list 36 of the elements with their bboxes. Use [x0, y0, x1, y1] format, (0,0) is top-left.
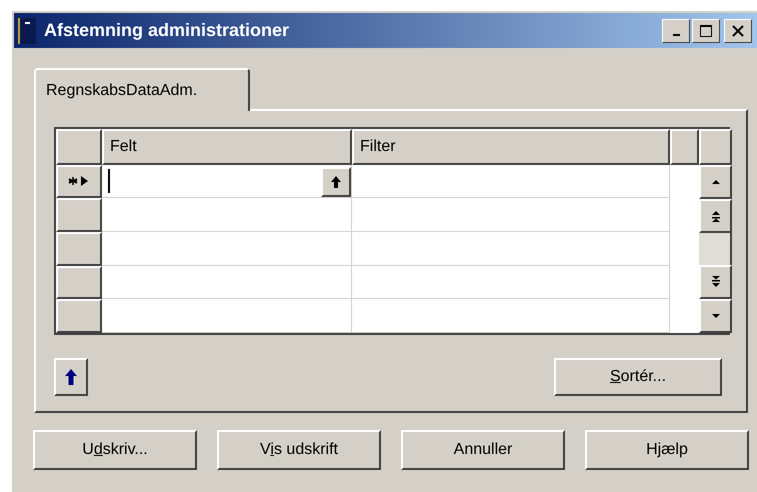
input-field[interactable] [102, 164, 352, 198]
double-up-icon [710, 209, 720, 223]
tab[interactable]: RegnskabsDataAdm. [34, 68, 250, 111]
dialog-button[interactable]: Annuller [401, 430, 565, 470]
minimize-button[interactable] [662, 18, 690, 42]
minimize-icon [672, 34, 680, 36]
scroll-track[interactable] [699, 233, 732, 265]
row-header[interactable] [56, 164, 102, 198]
scroll-bar[interactable] [699, 129, 732, 333]
triangle-down-icon [710, 312, 720, 320]
row-header[interactable] [56, 232, 102, 266]
system-menu-icon[interactable] [18, 18, 36, 44]
sort-button[interactable]: Sortér... [554, 358, 722, 396]
dialog-button[interactable]: Hjælp [585, 430, 749, 470]
scroll-page-up-button[interactable] [699, 199, 732, 233]
column-header[interactable]: Felt [102, 129, 352, 165]
row-header[interactable] [56, 299, 102, 334]
arrow-up-icon [330, 174, 342, 189]
scroll-page-down-button[interactable] [699, 265, 732, 299]
row-header[interactable] [56, 198, 102, 232]
dialog-button[interactable]: Udskriv... [33, 430, 197, 470]
dialog-button[interactable]: Vis udskrift [217, 430, 381, 470]
maximize-icon [699, 24, 713, 38]
move-up-button[interactable] [54, 358, 88, 396]
lookup-button[interactable] [321, 166, 351, 197]
arrow-up-icon [64, 368, 78, 386]
close-button[interactable] [724, 18, 752, 42]
close-icon [731, 24, 745, 38]
column-header[interactable]: Filter [352, 129, 670, 165]
row-header[interactable] [56, 266, 102, 300]
scroll-up-button[interactable] [699, 165, 732, 199]
triangle-up-icon [710, 178, 720, 186]
double-down-icon [710, 275, 720, 289]
maximize-button[interactable] [692, 18, 720, 42]
window-title: Afstemning administrationer [44, 20, 290, 41]
scroll-down-button[interactable] [699, 299, 732, 333]
